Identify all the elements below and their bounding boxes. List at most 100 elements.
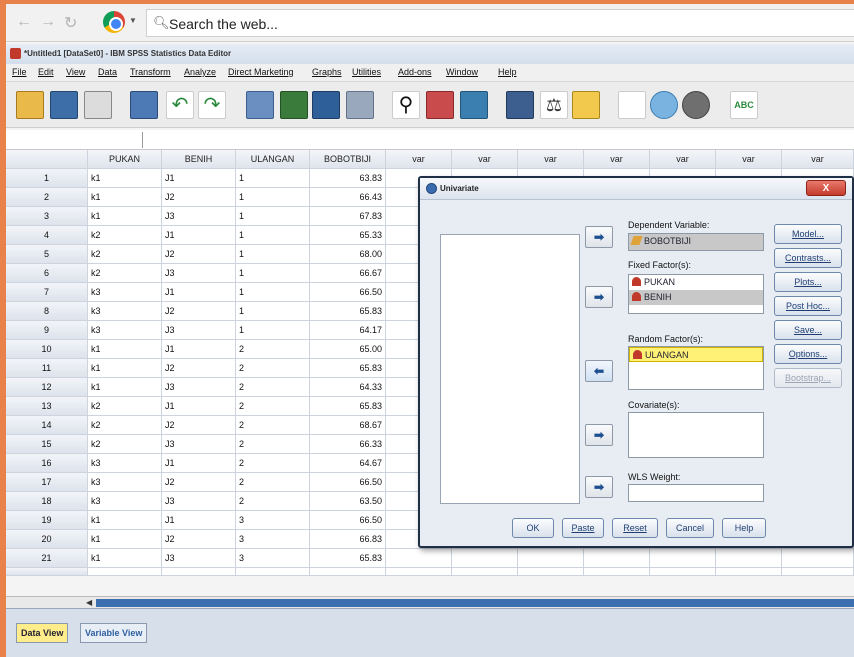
save-button[interactable]: Save... <box>774 320 842 340</box>
tab-variable-view[interactable]: Variable View <box>80 623 148 643</box>
grid-cell[interactable]: k1 <box>88 188 162 207</box>
column-header[interactable]: var <box>518 150 584 169</box>
grid-cell[interactable]: 65.83 <box>310 302 386 321</box>
grid-cell[interactable]: k2 <box>88 397 162 416</box>
grid-corner[interactable] <box>6 150 88 169</box>
random-factors-list[interactable]: ULANGAN <box>628 346 764 390</box>
reset-button[interactable]: Reset <box>612 518 658 538</box>
move-to-dependent-button[interactable]: ➡ <box>585 226 613 248</box>
grid-cell[interactable]: k2 <box>88 435 162 454</box>
grid-cell[interactable]: J2 <box>162 359 236 378</box>
grid-cell[interactable]: J3 <box>162 207 236 226</box>
row-number[interactable]: 8 <box>6 302 88 321</box>
grid-cell[interactable]: 2 <box>236 473 310 492</box>
search-input[interactable]: 🔍︎ Search the web... <box>146 9 854 37</box>
grid-cell[interactable]: 63.83 <box>310 169 386 188</box>
grid-cell[interactable] <box>584 549 650 568</box>
grid-cell[interactable]: 65.83 <box>310 359 386 378</box>
fixed-factor-item[interactable]: PUKAN <box>629 275 763 290</box>
move-to-random-factor-button[interactable]: ⬅ <box>585 360 613 382</box>
insert-cases-icon[interactable] <box>426 91 454 119</box>
grid-cell[interactable]: k1 <box>88 549 162 568</box>
covariates-list[interactable] <box>628 412 764 458</box>
open-folder-icon[interactable] <box>16 91 44 119</box>
fixed-factors-list[interactable]: PUKAN BENIH <box>628 274 764 314</box>
grid-cell[interactable]: J3 <box>162 321 236 340</box>
row-number[interactable]: 6 <box>6 264 88 283</box>
chrome-logo-icon[interactable] <box>103 11 125 33</box>
grid-cell[interactable]: 65.00 <box>310 340 386 359</box>
grid-cell[interactable] <box>650 549 716 568</box>
column-header[interactable]: var <box>584 150 650 169</box>
row-number[interactable]: 14 <box>6 416 88 435</box>
grid-cell[interactable]: 1 <box>236 302 310 321</box>
grid-cell[interactable]: 2 <box>236 454 310 473</box>
wls-weight-field[interactable] <box>628 484 764 502</box>
row-number[interactable]: 4 <box>6 226 88 245</box>
menu-transform[interactable]: Transform <box>130 67 171 77</box>
grid-cell[interactable]: J2 <box>162 473 236 492</box>
grid-cell[interactable]: 2 <box>236 416 310 435</box>
menu-view[interactable]: View <box>66 67 85 77</box>
run-descriptives-icon[interactable] <box>346 91 374 119</box>
grid-cell[interactable]: 64.17 <box>310 321 386 340</box>
grid-cell[interactable]: k3 <box>88 454 162 473</box>
grid-cell[interactable]: 66.83 <box>310 530 386 549</box>
cell-editor-bar[interactable] <box>6 130 854 150</box>
random-factor-item[interactable]: ULANGAN <box>629 347 763 362</box>
row-number[interactable]: 1 <box>6 169 88 188</box>
grid-cell[interactable]: k1 <box>88 530 162 549</box>
grid-cell[interactable]: k3 <box>88 473 162 492</box>
cancel-button[interactable]: Cancel <box>666 518 714 538</box>
row-number[interactable]: 21 <box>6 549 88 568</box>
variables-icon[interactable] <box>312 91 340 119</box>
grid-cell[interactable]: 2 <box>236 359 310 378</box>
grid-cell[interactable]: J2 <box>162 530 236 549</box>
grid-cell[interactable]: 66.43 <box>310 188 386 207</box>
grid-cell[interactable]: 66.67 <box>310 264 386 283</box>
show-all-variables-icon[interactable] <box>682 91 710 119</box>
row-number[interactable]: 13 <box>6 397 88 416</box>
dependent-variable-item[interactable]: BOBOTBIJI <box>629 234 763 249</box>
grid-cell[interactable]: J3 <box>162 378 236 397</box>
grid-cell[interactable] <box>716 549 782 568</box>
row-number[interactable]: 11 <box>6 359 88 378</box>
grid-cell[interactable]: k2 <box>88 264 162 283</box>
select-cases-icon[interactable] <box>572 91 600 119</box>
options-button[interactable]: Options... <box>774 344 842 364</box>
tab-data-view[interactable]: Data View <box>16 623 69 643</box>
grid-cell[interactable]: 66.33 <box>310 435 386 454</box>
move-to-covariate-button[interactable]: ➡ <box>585 424 613 446</box>
forward-arrow-icon[interactable]: → <box>40 13 56 31</box>
column-header[interactable]: ULANGAN <box>236 150 310 169</box>
grid-cell[interactable] <box>88 568 162 576</box>
close-button[interactable]: X <box>806 180 846 196</box>
dependent-variable-field[interactable]: BOBOTBIJI <box>628 233 764 251</box>
grid-cell[interactable]: 1 <box>236 207 310 226</box>
grid-cell[interactable]: 2 <box>236 397 310 416</box>
find-binoculars-icon[interactable]: ⚲ <box>392 91 420 119</box>
grid-cell[interactable]: J1 <box>162 511 236 530</box>
move-to-wls-weight-button[interactable]: ➡ <box>585 476 613 498</box>
grid-cell[interactable] <box>782 549 854 568</box>
grid-cell[interactable]: J2 <box>162 245 236 264</box>
print-icon[interactable] <box>84 91 112 119</box>
grid-cell[interactable]: 2 <box>236 378 310 397</box>
grid-cell[interactable]: 66.50 <box>310 473 386 492</box>
goto-variable-icon[interactable] <box>280 91 308 119</box>
grid-cell[interactable]: k3 <box>88 302 162 321</box>
model-button[interactable]: Model... <box>774 224 842 244</box>
grid-cell[interactable] <box>452 568 518 576</box>
menu-add-ons[interactable]: Add-ons <box>398 67 432 77</box>
grid-cell[interactable]: k1 <box>88 340 162 359</box>
grid-cell[interactable] <box>236 568 310 576</box>
chevron-down-icon[interactable]: ▼ <box>129 16 137 25</box>
row-number[interactable] <box>6 568 88 576</box>
scroll-left-icon[interactable]: ◀ <box>86 598 92 607</box>
grid-cell[interactable] <box>716 568 782 576</box>
menu-direct-marketing[interactable]: Direct Marketing <box>228 67 294 77</box>
contrasts-button[interactable]: Contrasts... <box>774 248 842 268</box>
grid-cell[interactable]: 66.50 <box>310 283 386 302</box>
row-number[interactable]: 20 <box>6 530 88 549</box>
grid-cell[interactable]: k2 <box>88 245 162 264</box>
